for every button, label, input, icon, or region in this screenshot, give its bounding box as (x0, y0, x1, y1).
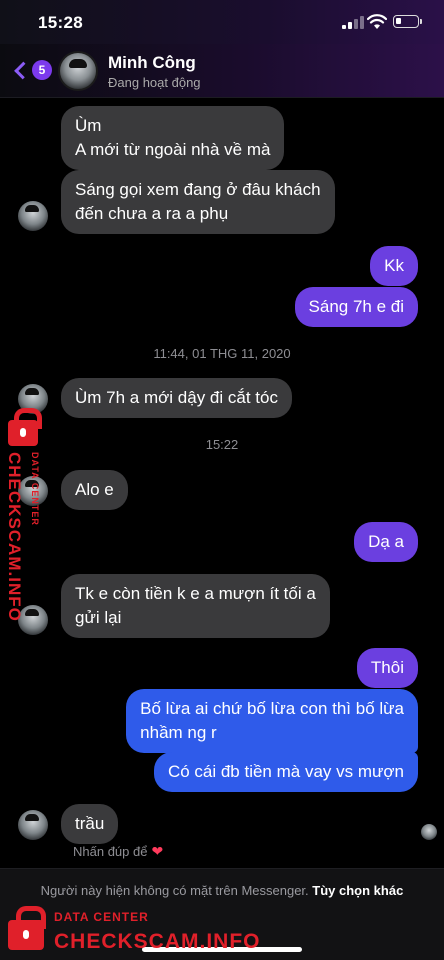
sender-avatar[interactable] (18, 201, 48, 231)
watermark-side: CHECKSCAM.INFO DATA CENTER (2, 408, 46, 623)
double-tap-hint-text: Nhấn đúp để (73, 844, 148, 859)
back-chevron-icon (14, 61, 32, 79)
message-line: Có cái đb tiền mà vay vs mượn (167, 762, 404, 781)
more-options-link[interactable]: Tùy chọn khác (312, 883, 403, 898)
signal-icon (342, 15, 364, 29)
timestamp-divider: 15:22 (205, 437, 239, 452)
contact-name[interactable]: Minh Công (108, 53, 196, 73)
message-bubble-outgoing[interactable]: Bố lừa ai chứ bố lừa con thì bố lừa nhầm… (126, 689, 418, 753)
message-line: Alo e (75, 480, 114, 499)
sender-avatar[interactable] (18, 810, 48, 840)
seen-receipt-avatar (421, 824, 437, 840)
battery-fill (396, 18, 401, 24)
back-button[interactable]: 5 (12, 58, 52, 82)
status-time: 15:28 (38, 13, 83, 32)
message-line: Thôi (370, 658, 404, 677)
message-bubble-outgoing[interactable]: Sáng 7h e đi (294, 287, 418, 327)
footer-notice: Người này hiện không có mặt trên Messeng… (20, 881, 424, 901)
message-bubble-incoming[interactable]: Alo e (61, 470, 128, 510)
watermark-side-big: CHECKSCAM.INFO (5, 452, 24, 622)
footer-notice-text: Người này hiện không có mặt trên Messeng… (40, 883, 309, 898)
message-line: gửi lại (75, 608, 122, 627)
message-line: Sáng gọi xem đang ở đâu khách (75, 180, 321, 199)
heart-icon: ❤ (151, 843, 164, 859)
message-line: Ùm (75, 116, 102, 135)
watermark-bottom-small: DATA CENTER (54, 910, 149, 924)
message-bubble-outgoing[interactable]: Có cái đb tiền mà vay vs mượn (153, 752, 418, 792)
message-bubble-incoming[interactable]: Ùm A mới từ ngoài nhà về mà (61, 106, 285, 170)
message-bubble-incoming[interactable]: Tk e còn tiền k e a mượn ít tối a gửi lạ… (61, 574, 330, 638)
message-line: Sáng 7h e đi (308, 297, 404, 316)
chat-header: 5 Minh Công Đang hoạt động (0, 44, 444, 98)
message-line: Tk e còn tiền k e a mượn ít tối a (75, 584, 316, 603)
message-line: A mới từ ngoài nhà về mà (75, 140, 271, 159)
watermark-side-small: DATA CENTER (30, 452, 40, 526)
contact-avatar[interactable] (58, 51, 98, 91)
message-line: Ùm 7h a mới dậy đi cắt tóc (75, 388, 278, 407)
double-tap-hint: Nhấn đúp để ❤ (73, 843, 163, 860)
battery-icon (393, 15, 422, 28)
watermark-bottom: DATA CENTER CHECKSCAM.INFO (6, 900, 296, 956)
message-bubble-incoming[interactable]: Ùm 7h a mới dậy đi cắt tóc (61, 378, 292, 418)
lock-icon (8, 906, 46, 950)
message-bubble-outgoing[interactable]: Kk (370, 246, 418, 286)
message-line: Bố lừa ai chứ bố lừa con thì bố lừa (140, 699, 404, 718)
wifi-icon (367, 14, 387, 29)
message-bubble-outgoing[interactable]: Dạ a (354, 522, 418, 562)
message-line: đến chưa a ra a phụ (75, 204, 229, 223)
message-bubble-outgoing[interactable]: Thôi (356, 648, 418, 688)
message-bubble-incoming[interactable]: trầu (61, 804, 119, 844)
contact-status: Đang hoạt động (108, 75, 201, 90)
status-bar: 15:28 (0, 0, 444, 44)
watermark-bottom-big: CHECKSCAM.INFO (54, 930, 261, 953)
message-line: Dạ a (368, 532, 404, 551)
message-line: trầu (75, 814, 105, 833)
message-line: nhầm ng r (140, 723, 217, 742)
lock-icon (8, 408, 42, 446)
message-line: Kk (384, 256, 404, 275)
unread-badge: 5 (32, 60, 52, 80)
message-bubble-incoming[interactable]: Sáng gọi xem đang ở đâu khách đến chưa a… (61, 170, 335, 234)
timestamp-divider: 11:44, 01 THG 11, 2020 (153, 346, 291, 361)
